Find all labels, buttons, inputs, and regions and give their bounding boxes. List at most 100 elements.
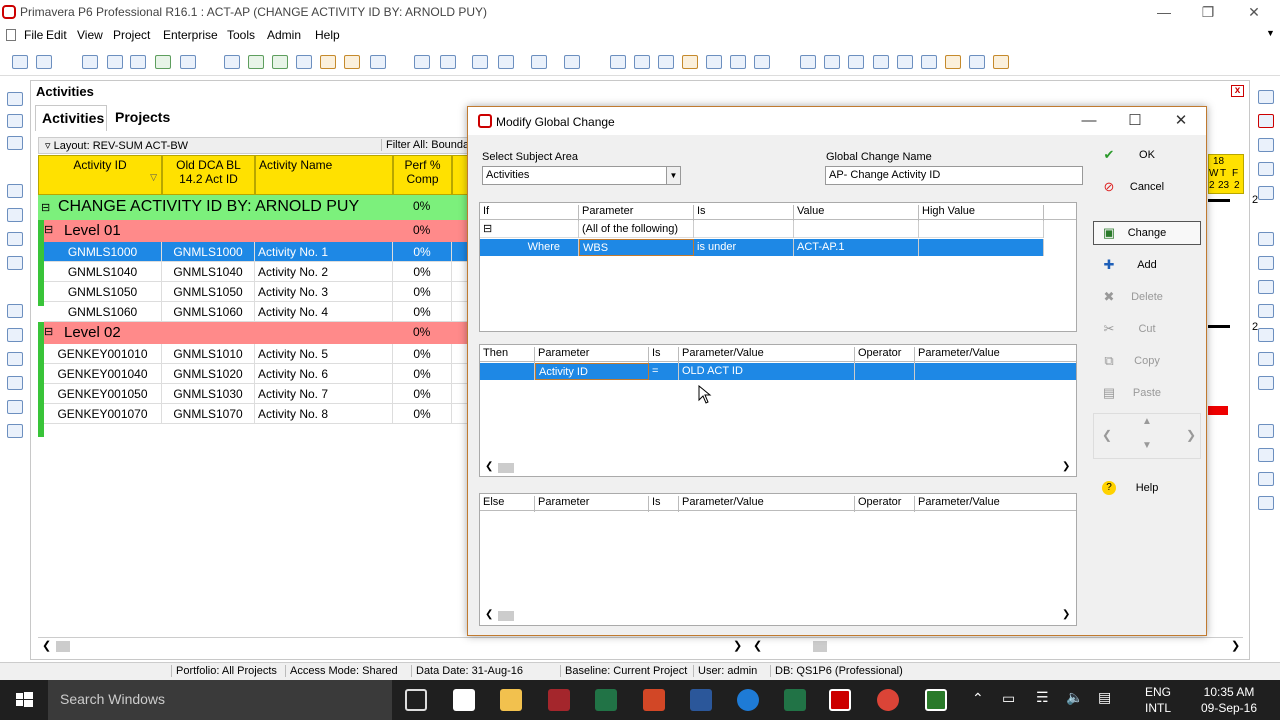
cancel-button[interactable]: ⊘ Cancel <box>1093 175 1201 199</box>
activity-row[interactable]: GNMLS1000 GNMLS1000 Activity No. 1 0% <box>44 242 498 262</box>
excel-icon[interactable] <box>595 689 617 711</box>
scroll-thumb[interactable] <box>498 611 514 621</box>
if-cell-value[interactable]: ACT-AP.1 <box>794 239 919 256</box>
collapse-icon[interactable]: ⊟ <box>44 223 53 236</box>
then-cell-is[interactable]: = <box>649 363 679 380</box>
tab-projects[interactable]: Projects <box>109 105 179 131</box>
if-col-value[interactable]: Value <box>794 205 919 221</box>
then-col-value2[interactable]: Parameter/Value <box>915 347 1076 363</box>
old-dca-id-cell[interactable]: GNMLS1060 <box>162 302 255 322</box>
taskbar-clock[interactable]: 10:35 AM 09-Sep-16 <box>1184 684 1274 716</box>
calendar-icon[interactable] <box>7 400 23 414</box>
ok-button[interactable]: ✔ OK <box>1093 143 1201 167</box>
powerpoint-icon[interactable] <box>643 689 665 711</box>
old-dca-id-cell[interactable]: GNMLS1040 <box>162 262 255 282</box>
if-col-is[interactable]: Is <box>694 205 794 221</box>
col-activity-name[interactable]: Activity Name <box>255 155 393 195</box>
copy-button[interactable]: ⧉ Copy <box>1093 349 1201 373</box>
col-activity-id[interactable]: Activity ID ▽ <box>38 155 162 195</box>
delete-side-icon[interactable] <box>1258 114 1274 128</box>
old-dca-id-cell[interactable]: GNMLS1020 <box>162 364 255 384</box>
scroll-left-icon[interactable]: ❮ <box>42 639 51 652</box>
perf-comp-cell[interactable]: 0% <box>393 242 452 262</box>
perf-comp-cell[interactable]: 0% <box>393 302 452 322</box>
else-col-is[interactable]: Is <box>649 496 679 512</box>
projects-nav-icon[interactable] <box>7 114 23 128</box>
camtasia-icon[interactable] <box>925 689 947 711</box>
move-right-icon[interactable] <box>1258 496 1274 510</box>
old-dca-id-cell[interactable]: GNMLS1000 <box>162 242 255 262</box>
store-period-icon[interactable] <box>730 55 746 69</box>
old-dca-id-cell[interactable]: GNMLS1030 <box>162 384 255 404</box>
tab-activities[interactable]: Activities <box>35 105 107 131</box>
menu-admin[interactable]: Admin <box>267 28 301 42</box>
split-icon[interactable] <box>706 55 722 69</box>
file-explorer-icon[interactable] <box>500 689 522 711</box>
perf-comp-cell[interactable]: 0% <box>393 282 452 302</box>
menu-edit[interactable]: Edit <box>46 28 67 42</box>
perf-comp-cell[interactable]: 0% <box>393 364 452 384</box>
activity-name-cell[interactable]: Activity No. 4 <box>255 302 393 322</box>
arrow-right-icon[interactable]: ❯ <box>1186 428 1196 442</box>
arrow-down-icon[interactable]: ▼ <box>1142 440 1152 451</box>
if-cell-high-value[interactable] <box>919 239 1044 256</box>
menu-tools[interactable]: Tools <box>227 28 255 42</box>
chevron-down-icon[interactable]: ▼ <box>666 167 680 184</box>
table-icon[interactable] <box>82 55 98 69</box>
activity-id-cell[interactable]: GNMLS1050 <box>44 282 162 302</box>
close-panel-icon[interactable]: x <box>1231 85 1244 97</box>
menu-enterprise[interactable]: Enterprise <box>163 28 218 42</box>
notes-icon[interactable] <box>945 55 961 69</box>
battery-icon[interactable]: ▭ <box>1002 690 1015 707</box>
col-old-dca[interactable]: Old DCA BL 14.2 Act ID <box>162 155 255 195</box>
old-dca-id-cell[interactable]: GNMLS1050 <box>162 282 255 302</box>
wbs-nav-icon[interactable] <box>7 304 23 318</box>
activities-icon[interactable] <box>272 55 288 69</box>
scroll-left-icon[interactable]: ❮ <box>485 461 493 472</box>
report-nav-icon[interactable] <box>7 232 23 246</box>
split-view-icon[interactable] <box>921 55 937 69</box>
resources-icon[interactable] <box>296 55 312 69</box>
hash-icon[interactable] <box>564 55 580 69</box>
else-col-operator[interactable]: Operator <box>855 496 915 512</box>
tools-icon[interactable] <box>754 55 770 69</box>
activity-id-cell[interactable]: GNMLS1060 <box>44 302 162 322</box>
cut-side-icon[interactable] <box>1258 138 1274 152</box>
columns-icon[interactable] <box>440 55 456 69</box>
collapse-icon[interactable]: ⊟ <box>41 201 50 214</box>
subject-area-select[interactable]: Activities ▼ <box>482 166 681 185</box>
activity-name-cell[interactable]: Activity No. 1 <box>255 242 393 262</box>
activity-name-cell[interactable]: Activity No. 6 <box>255 364 393 384</box>
menu-view[interactable]: View <box>77 28 103 42</box>
activity-id-cell[interactable]: GENKEY001070 <box>44 404 162 424</box>
scroll-right-icon[interactable]: ❯ <box>1231 639 1240 652</box>
group-icon[interactable] <box>472 55 488 69</box>
primavera-taskbar-icon[interactable] <box>829 689 851 711</box>
assign-nav-icon[interactable] <box>7 328 23 342</box>
filter-label[interactable]: Filter All: Boundary <box>381 139 478 151</box>
assign-succ-icon[interactable] <box>1258 304 1274 318</box>
diamond-icon[interactable] <box>897 55 913 69</box>
scroll-right-icon[interactable]: ❯ <box>733 639 742 652</box>
activity-id-cell[interactable]: GENKEY001040 <box>44 364 162 384</box>
assign-res-icon[interactable] <box>1258 232 1274 246</box>
wbs-icon[interactable] <box>248 55 264 69</box>
else-col-else[interactable]: Else <box>480 496 535 512</box>
risk-icon[interactable] <box>7 424 23 438</box>
if-condition-row[interactable]: Where WBS is under ACT-AP.1 <box>480 239 1044 256</box>
change-button[interactable]: ▣ Change <box>1093 221 1201 245</box>
resource-nav-icon[interactable] <box>7 208 23 222</box>
then-col-is[interactable]: Is <box>649 347 679 363</box>
horizontal-scrollbar[interactable]: ❮ ❯ ❮ ❯ <box>38 637 1243 655</box>
scroll-right-icon[interactable]: ❯ <box>1062 609 1070 620</box>
if-cell-parameter[interactable]: WBS <box>579 239 694 256</box>
then-cell-parameter[interactable]: Activity ID <box>535 363 649 380</box>
arrow-left-icon[interactable]: ❮ <box>1102 428 1112 442</box>
activity-row[interactable]: GNMLS1050 GNMLS1050 Activity No. 3 0% <box>44 282 498 302</box>
scroll-thumb[interactable] <box>813 641 827 652</box>
chrome-icon[interactable] <box>877 689 899 711</box>
scroll-right-icon[interactable]: ❯ <box>1062 461 1070 472</box>
more-icon[interactable] <box>180 55 196 69</box>
move-down-icon[interactable] <box>1258 448 1274 462</box>
old-dca-id-cell[interactable]: GNMLS1070 <box>162 404 255 424</box>
